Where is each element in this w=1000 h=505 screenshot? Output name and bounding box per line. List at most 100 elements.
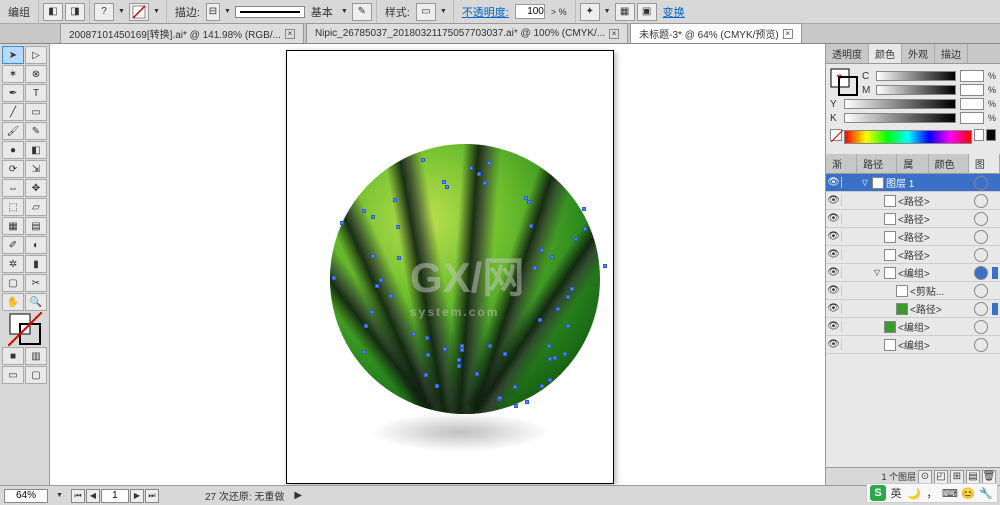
- last-page-button[interactable]: ⏭: [145, 489, 159, 503]
- visibility-icon[interactable]: 👁: [826, 285, 842, 296]
- anchor-handle[interactable]: [556, 307, 560, 311]
- anchor-handle[interactable]: [533, 266, 537, 270]
- chevron-down-icon[interactable]: ▼: [602, 8, 613, 15]
- anchor-handle[interactable]: [396, 225, 400, 229]
- anchor-handle[interactable]: [529, 224, 533, 228]
- panel-tab[interactable]: 渐变: [826, 154, 857, 173]
- color-slider[interactable]: [844, 99, 956, 109]
- paintbrush-tool[interactable]: 🖌: [2, 122, 24, 140]
- anchor-handle[interactable]: [362, 350, 366, 354]
- anchor-handle[interactable]: [538, 318, 542, 322]
- selection-tool[interactable]: ➤: [2, 46, 24, 64]
- white-swatch-icon[interactable]: [974, 129, 984, 141]
- color-slider[interactable]: [876, 85, 956, 95]
- magic-wand-tool[interactable]: ✶: [2, 65, 24, 83]
- perspective-tool[interactable]: ▱: [25, 198, 47, 216]
- target-icon[interactable]: [974, 194, 988, 208]
- anchor-handle[interactable]: [412, 332, 416, 336]
- anchor-handle[interactable]: [364, 324, 368, 328]
- prev-page-button[interactable]: ◀: [86, 489, 100, 503]
- gradient-tool[interactable]: ▤: [25, 217, 47, 235]
- make-clipping-icon[interactable]: ◰: [934, 470, 948, 484]
- canvas[interactable]: GX/网system.com: [50, 44, 825, 485]
- blob-brush-tool[interactable]: ●: [2, 141, 24, 159]
- anchor-handle[interactable]: [362, 209, 366, 213]
- target-icon[interactable]: [974, 248, 988, 262]
- close-icon[interactable]: ×: [783, 29, 793, 39]
- layer-row[interactable]: 👁<编组>: [826, 318, 1000, 336]
- anchor-handle[interactable]: [550, 255, 554, 259]
- layer-row[interactable]: 👁<路径>: [826, 228, 1000, 246]
- opacity-input[interactable]: [515, 4, 545, 19]
- anchor-handle[interactable]: [425, 336, 429, 340]
- expand-toggle-icon[interactable]: ▽: [860, 178, 870, 187]
- anchor-handle[interactable]: [525, 400, 529, 404]
- next-page-button[interactable]: ▶: [130, 489, 144, 503]
- anchor-handle[interactable]: [566, 324, 570, 328]
- locate-object-icon[interactable]: ⊙: [918, 470, 932, 484]
- layer-row[interactable]: 👁▽<编组>: [826, 264, 1000, 282]
- anchor-handle[interactable]: [421, 158, 425, 162]
- close-icon[interactable]: ×: [285, 29, 295, 39]
- lasso-tool[interactable]: ⊗: [25, 65, 47, 83]
- anchor-handle[interactable]: [540, 248, 544, 252]
- align-artboard-icon[interactable]: ◨: [65, 3, 85, 21]
- anchor-handle[interactable]: [443, 347, 447, 351]
- target-icon[interactable]: [974, 176, 988, 190]
- visibility-icon[interactable]: 👁: [826, 213, 842, 224]
- anchor-handle[interactable]: [445, 185, 449, 189]
- chevron-down-icon[interactable]: ▼: [54, 492, 65, 499]
- fill-stroke-control[interactable]: [2, 312, 47, 346]
- anchor-handle[interactable]: [483, 181, 487, 185]
- panel-tab[interactable]: 颜色: [869, 44, 902, 63]
- target-icon[interactable]: [974, 266, 988, 280]
- new-sublayer-icon[interactable]: ⊞: [950, 470, 964, 484]
- anchor-handle[interactable]: [566, 295, 570, 299]
- target-icon[interactable]: [974, 338, 988, 352]
- chevron-down-icon[interactable]: ▼: [222, 8, 233, 15]
- screen-mode-icon[interactable]: ▭: [2, 366, 24, 384]
- anchor-handle[interactable]: [514, 404, 518, 408]
- brush-icon[interactable]: ✎: [352, 3, 372, 21]
- fill-color-icon[interactable]: ■: [2, 347, 24, 365]
- stroke-weight-stepper[interactable]: ⊟: [206, 3, 220, 21]
- rotate-tool[interactable]: ⟳: [2, 160, 24, 178]
- anchor-handle[interactable]: [583, 227, 587, 231]
- anchor-handle[interactable]: [527, 200, 531, 204]
- zoom-input[interactable]: [4, 489, 48, 503]
- screen-mode-full-icon[interactable]: ▢: [25, 366, 47, 384]
- type-tool[interactable]: T: [25, 84, 47, 102]
- panel-tab[interactable]: 属性: [897, 154, 928, 173]
- anchor-handle[interactable]: [389, 294, 393, 298]
- zoom-tool[interactable]: 🔍: [25, 293, 47, 311]
- anchor-handle[interactable]: [370, 310, 374, 314]
- hand-tool[interactable]: ✋: [2, 293, 24, 311]
- anchor-handle[interactable]: [442, 180, 446, 184]
- anchor-handle[interactable]: [498, 396, 502, 400]
- anchor-handle[interactable]: [513, 385, 517, 389]
- visibility-icon[interactable]: 👁: [826, 267, 842, 278]
- panel-tab[interactable]: 图层: [969, 154, 1000, 173]
- anchor-handle[interactable]: [340, 221, 344, 225]
- none-color-icon[interactable]: [830, 129, 842, 141]
- target-icon[interactable]: [974, 230, 988, 244]
- slice-tool[interactable]: ✂: [25, 274, 47, 292]
- selected-object[interactable]: [330, 144, 600, 414]
- visibility-icon[interactable]: 👁: [826, 195, 842, 206]
- pen-tool[interactable]: ✒: [2, 84, 24, 102]
- color-value-input[interactable]: [960, 70, 984, 82]
- layer-row[interactable]: 👁▽图层 1: [826, 174, 1000, 192]
- anchor-handle[interactable]: [393, 198, 397, 202]
- first-page-button[interactable]: ⏮: [71, 489, 85, 503]
- layer-row[interactable]: 👁<剪贴...: [826, 282, 1000, 300]
- ime-lang-button[interactable]: 英: [888, 485, 904, 501]
- anchor-handle[interactable]: [570, 287, 574, 291]
- line-tool[interactable]: ╱: [2, 103, 24, 121]
- symbol-sprayer-tool[interactable]: ✲: [2, 255, 24, 273]
- target-icon[interactable]: [974, 320, 988, 334]
- visibility-icon[interactable]: 👁: [826, 249, 842, 260]
- anchor-handle[interactable]: [553, 356, 557, 360]
- graphic-style-icon[interactable]: ▭: [416, 3, 436, 21]
- layer-row[interactable]: 👁<路径>: [826, 210, 1000, 228]
- visibility-icon[interactable]: 👁: [826, 303, 842, 314]
